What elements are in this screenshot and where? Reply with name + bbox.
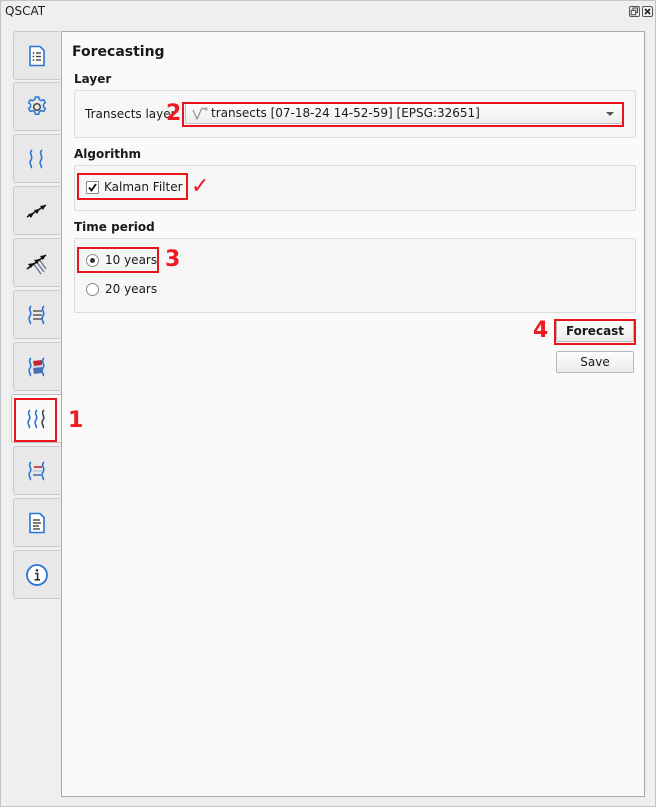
multi-arrows-icon — [26, 253, 47, 274]
annotation-box-forecast — [554, 319, 636, 345]
close-icon[interactable] — [642, 6, 653, 17]
tab-area-change[interactable] — [13, 342, 60, 391]
layer-section-label: Layer — [74, 72, 112, 86]
shoreline-change-icon — [28, 304, 45, 325]
tab-transects[interactable] — [13, 186, 60, 235]
forecasting-panel: Forecasting Layer Transects layer transe… — [61, 31, 645, 797]
tab-summary-reports[interactable] — [13, 498, 60, 547]
transects-layer-label: Transects layer — [85, 107, 176, 121]
algorithm-section-label: Algorithm — [74, 147, 142, 161]
gear-icon — [27, 95, 47, 115]
qscat-dock-window: QSCAT Forecasting Layer Transects layer … — [0, 0, 656, 807]
tab-about[interactable] — [13, 550, 60, 599]
tab-transects-multiple[interactable] — [13, 238, 60, 287]
time-period-section-label: Time period — [74, 220, 155, 234]
tab-settings[interactable] — [13, 82, 60, 131]
tab-visualization[interactable] — [13, 446, 60, 495]
info-icon — [26, 563, 48, 586]
tab-shorelines[interactable] — [13, 134, 60, 183]
annotation-step-1: 1 — [68, 408, 84, 433]
save-button[interactable]: Save — [556, 351, 634, 373]
annotation-box-tab — [14, 398, 57, 442]
tab-project-settings[interactable] — [13, 31, 60, 80]
colored-change-icon — [28, 460, 45, 481]
report-icon — [29, 512, 45, 533]
radio-20-years-label: 20 years — [105, 282, 158, 296]
annotation-step-2: 2 — [166, 101, 182, 126]
annotation-checkmark: ✓ — [191, 174, 210, 199]
annotation-step-4: 4 — [533, 318, 549, 343]
wavy-lines-icon — [29, 148, 43, 169]
area-change-icon — [28, 356, 45, 377]
annotation-step-3: 3 — [165, 247, 181, 272]
arrows-icon — [26, 203, 47, 218]
page-title: Forecasting — [72, 44, 165, 60]
radio-20-years[interactable] — [86, 283, 99, 296]
title-bar: QSCAT — [1, 1, 655, 23]
float-icon[interactable] — [629, 6, 640, 17]
tab-shoreline-change[interactable] — [13, 290, 60, 339]
window-title: QSCAT — [5, 4, 46, 18]
annotation-box-algorithm — [77, 173, 188, 200]
annotation-box-time-period — [77, 247, 159, 273]
annotation-box-layer — [182, 102, 624, 127]
list-document-icon — [29, 45, 45, 66]
